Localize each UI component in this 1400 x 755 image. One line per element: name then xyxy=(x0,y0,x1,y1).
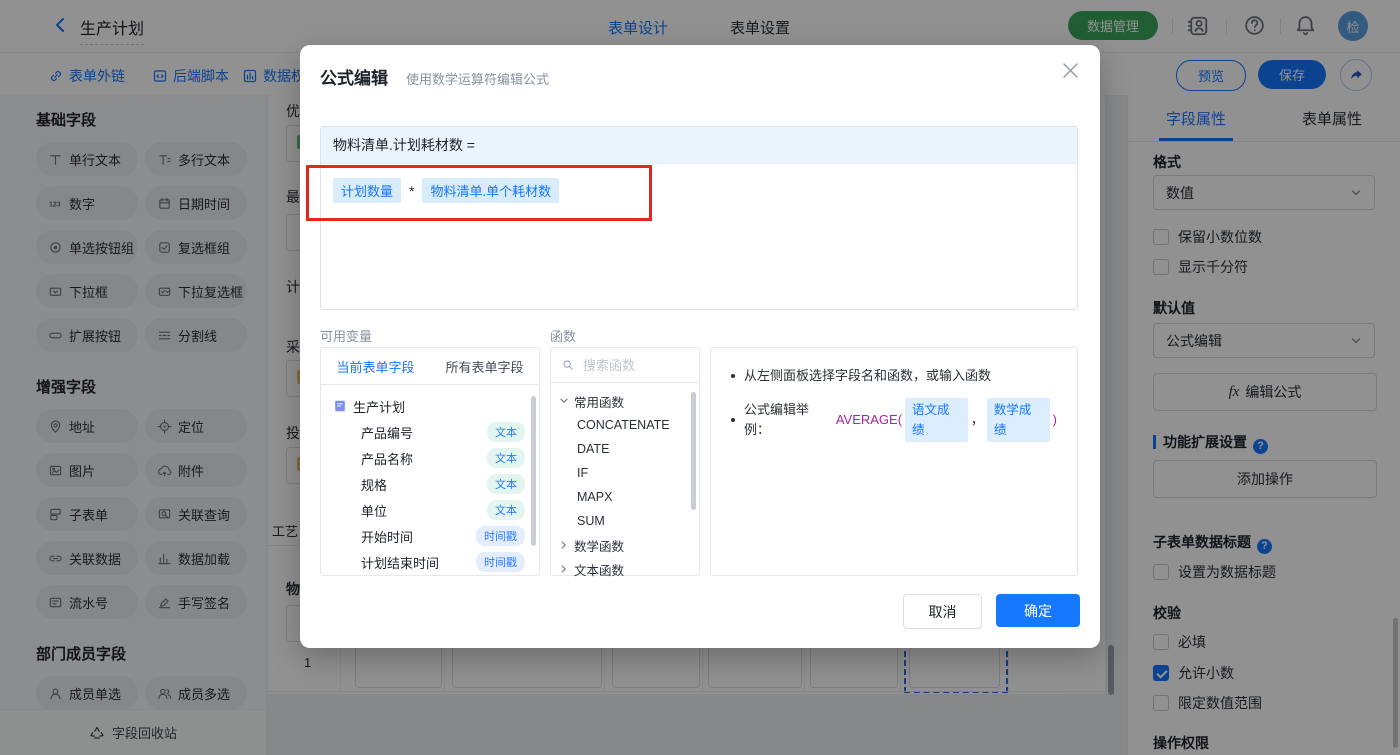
close-button[interactable] xyxy=(1063,63,1078,78)
search-icon xyxy=(563,360,573,370)
function-item[interactable]: CONCATENATE xyxy=(551,413,699,437)
example-field-token: 数学成绩 xyxy=(986,398,1050,442)
function-group-math[interactable]: 数学函数 xyxy=(551,533,699,557)
formula-editor: 物料清单.计划耗材数 = 计划数量 * 物料清单.单个耗材数 xyxy=(320,126,1078,310)
app: 生产计划 表单设计 表单设置 数据管理 检 表单外链 后端脚本 数据权 预览 保… xyxy=(0,0,1400,755)
function-item[interactable]: IF xyxy=(551,461,699,485)
bullet-icon xyxy=(731,418,735,422)
variable-item[interactable]: 规格 文本 xyxy=(333,471,539,497)
form-doc-icon xyxy=(335,400,345,412)
operator: * xyxy=(409,182,415,199)
formula-target: 物料清单.计划耗材数 = xyxy=(321,127,1077,164)
function-item[interactable]: MAPX xyxy=(551,485,699,509)
type-badge: 文本 xyxy=(487,422,525,442)
type-badge: 文本 xyxy=(487,474,525,494)
type-badge: 文本 xyxy=(487,448,525,468)
example-field-token: 语文成绩 xyxy=(905,398,968,442)
variable-name: 产品编号 xyxy=(361,425,414,441)
group-label: 数学函数 xyxy=(574,539,625,554)
type-badge: 时间戳 xyxy=(476,526,525,546)
functions-scrollbar[interactable] xyxy=(691,392,696,510)
variables-label: 可用变量 xyxy=(320,329,373,344)
variable-name: 规格 xyxy=(361,477,388,493)
help-line-1: 从左侧面板选择字段名和函数，或输入函数 xyxy=(731,366,1057,386)
variable-name: 开始时间 xyxy=(361,529,414,545)
function-group-common[interactable]: 常用函数 xyxy=(551,389,699,413)
functions-label: 函数 xyxy=(550,329,577,344)
function-name: AVERAGE( xyxy=(835,412,903,427)
variable-name: 产品名称 xyxy=(361,451,414,467)
variables-panel: 当前表单字段 所有表单字段 生产计划 产品编号 文本 产品名称 文本 规格 文本 单位… xyxy=(320,347,540,576)
formula-expression[interactable]: 计划数量 * 物料清单.单个耗材数 xyxy=(321,164,1077,217)
variable-item[interactable]: 产品编号 文本 xyxy=(333,419,539,445)
variable-name: 单位 xyxy=(361,503,388,519)
confirm-button[interactable]: 确定 xyxy=(996,594,1080,627)
tab-all-form-fields[interactable]: 所有表单字段 xyxy=(430,348,539,384)
formula-editor-modal: 公式编辑 使用数学运算符编辑公式 物料清单.计划耗材数 = 计划数量 * 物料清… xyxy=(300,45,1100,648)
variable-item[interactable]: 开始时间 时间戳 xyxy=(333,523,539,549)
variable-item[interactable]: 单位 文本 xyxy=(333,497,539,523)
variable-item[interactable]: 产品名称 文本 xyxy=(333,445,539,471)
function-search xyxy=(551,348,699,383)
caret-right-icon xyxy=(561,565,566,573)
function-close: ) xyxy=(1052,412,1058,427)
function-search-input[interactable] xyxy=(581,356,677,374)
modal-title: 公式编辑 xyxy=(320,69,388,88)
field-token[interactable]: 计划数量 xyxy=(333,178,402,203)
function-item[interactable]: DATE xyxy=(551,437,699,461)
help-text: 从左侧面板选择字段名和函数，或输入函数 xyxy=(744,368,992,383)
caret-down-icon xyxy=(560,398,568,403)
cancel-button[interactable]: 取消 xyxy=(903,594,982,629)
caret-right-icon xyxy=(561,541,566,549)
type-badge: 文本 xyxy=(487,500,525,520)
variables-scrollbar[interactable] xyxy=(531,396,536,546)
tab-current-form-fields[interactable]: 当前表单字段 xyxy=(321,348,430,384)
bullet-icon xyxy=(731,374,735,378)
function-item[interactable]: SUM xyxy=(551,509,699,533)
functions-panel: 常用函数 CONCATENATE DATE IF MAPX SUM 数学函数 文… xyxy=(550,347,700,578)
function-group-text[interactable]: 文本函数 xyxy=(551,557,699,581)
help-line-2: 公式编辑举例： AVERAGE( 语文成绩， 数学成绩) xyxy=(731,398,1057,442)
field-token[interactable]: 物料清单.单个耗材数 xyxy=(422,178,560,203)
help-example: 公式编辑举例： AVERAGE( 语文成绩， 数学成绩) xyxy=(744,398,1057,442)
type-badge: 时间戳 xyxy=(476,552,525,572)
modal-subtitle: 使用数学运算符编辑公式 xyxy=(406,72,550,87)
variables-tabs: 当前表单字段 所有表单字段 xyxy=(321,348,539,385)
variables-tree-root[interactable]: 生产计划 xyxy=(333,393,539,419)
variable-item[interactable]: 计划结束时间 时间戳 xyxy=(333,549,539,575)
variable-name: 计划结束时间 xyxy=(361,555,440,571)
group-label: 文本函数 xyxy=(574,563,625,578)
help-panel: 从左侧面板选择字段名和函数，或输入函数 公式编辑举例： AVERAGE( 语文成绩… xyxy=(710,347,1078,576)
close-icon xyxy=(1063,63,1078,78)
tree-root-label: 生产计划 xyxy=(353,399,406,415)
group-label: 常用函数 xyxy=(574,395,625,410)
